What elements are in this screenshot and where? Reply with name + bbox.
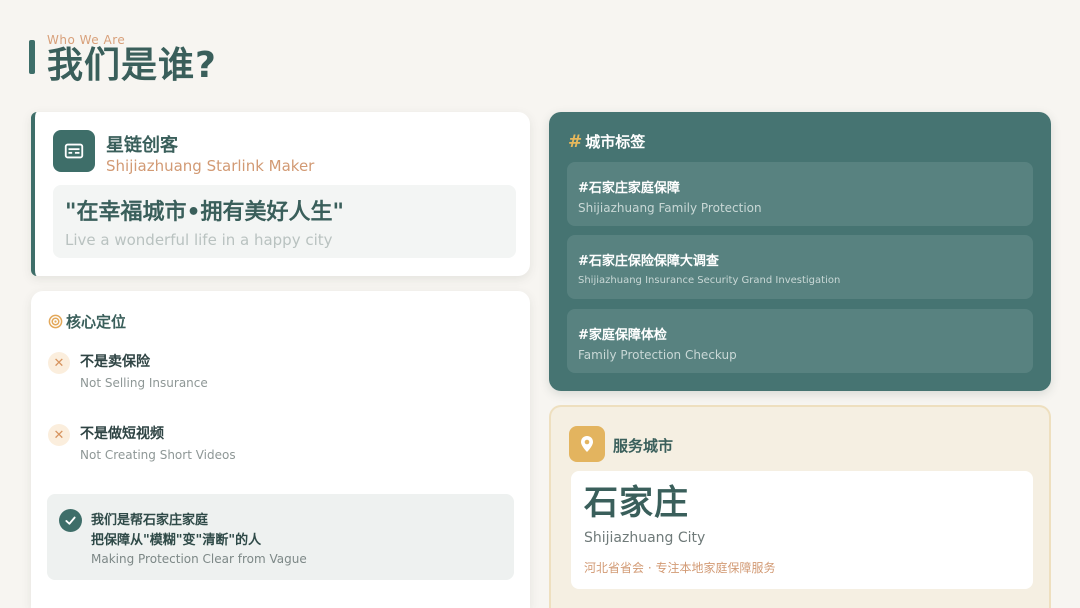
not-item: ✕ 不是做短视频 Not Creating Short Videos [48, 423, 236, 462]
not-item-en: Not Selling Insurance [80, 376, 208, 390]
tag-en: Shijiazhuang Family Protection [578, 201, 762, 215]
slogan-box: "在幸福城市•拥有美好人生" Live a wonderful life in … [53, 185, 516, 258]
city-name: 石家庄 [584, 483, 689, 523]
x-icon: ✕ [48, 352, 70, 374]
is-item-en: Making Protection Clear from Vague [91, 552, 307, 566]
core-positioning-card: 核心定位 ✕ 不是卖保险 Not Selling Insurance ✕ 不是做… [31, 291, 530, 608]
is-item-line2: 把保障从"模糊"变"清断"的人 [91, 533, 262, 548]
map-pin-icon [569, 426, 605, 462]
not-item-zh: 不是做短视频 [80, 426, 164, 442]
brand-name: 星链创客 [106, 135, 178, 156]
city-name-en: Shijiazhuang City [584, 530, 706, 546]
id-card-icon [53, 130, 95, 172]
tag-item: #家庭保障体检 Family Protection Checkup [567, 309, 1033, 373]
core-header: 核心定位 [48, 311, 126, 332]
is-item-line1: 我们是帮石家庄家庭 [91, 513, 209, 528]
tag-zh: #家庭保障体检 [578, 328, 667, 343]
hash-icon: # [568, 131, 583, 152]
tags-header: # 城市标签 [568, 131, 645, 152]
service-city-card: 服务城市 石家庄 Shijiazhuang City 河北省省会 · 专注本地家… [549, 405, 1051, 608]
target-icon [48, 314, 63, 329]
page-title: 我们是谁? [47, 45, 217, 86]
tag-zh: #石家庄保险保障大调查 [578, 254, 719, 269]
city-box: 石家庄 Shijiazhuang City 河北省省会 · 专注本地家庭保障服务 [571, 471, 1033, 589]
core-title: 核心定位 [66, 313, 127, 331]
city-title: 服务城市 [613, 437, 674, 455]
city-tags-card: # 城市标签 #石家庄家庭保障 Shijiazhuang Family Prot… [549, 112, 1051, 391]
x-icon: ✕ [48, 424, 70, 446]
tag-en: Shijiazhuang Insurance Security Grand In… [578, 275, 841, 286]
title-accent-bar [29, 40, 35, 74]
tags-title: 城市标签 [585, 133, 646, 151]
slogan-zh: "在幸福城市•拥有美好人生" [65, 200, 344, 225]
tag-zh: #石家庄家庭保障 [578, 181, 680, 196]
tag-item: #石家庄保险保障大调查 Shijiazhuang Insurance Secur… [567, 235, 1033, 299]
not-item-zh: 不是卖保险 [80, 354, 150, 370]
tag-en: Family Protection Checkup [578, 348, 737, 362]
city-note: 河北省省会 · 专注本地家庭保障服务 [584, 561, 776, 575]
brand-name-en: Shijiazhuang Starlink Maker [106, 157, 315, 175]
not-item: ✕ 不是卖保险 Not Selling Insurance [48, 351, 208, 390]
slogan-en: Live a wonderful life in a happy city [65, 231, 333, 249]
tag-item: #石家庄家庭保障 Shijiazhuang Family Protection [567, 162, 1033, 226]
check-icon [59, 509, 82, 532]
brand-card: 星链创客 Shijiazhuang Starlink Maker "在幸福城市•… [31, 112, 530, 276]
not-item-en: Not Creating Short Videos [80, 448, 236, 462]
is-item-box: 我们是帮石家庄家庭 把保障从"模糊"变"清断"的人 Making Protect… [47, 494, 514, 580]
